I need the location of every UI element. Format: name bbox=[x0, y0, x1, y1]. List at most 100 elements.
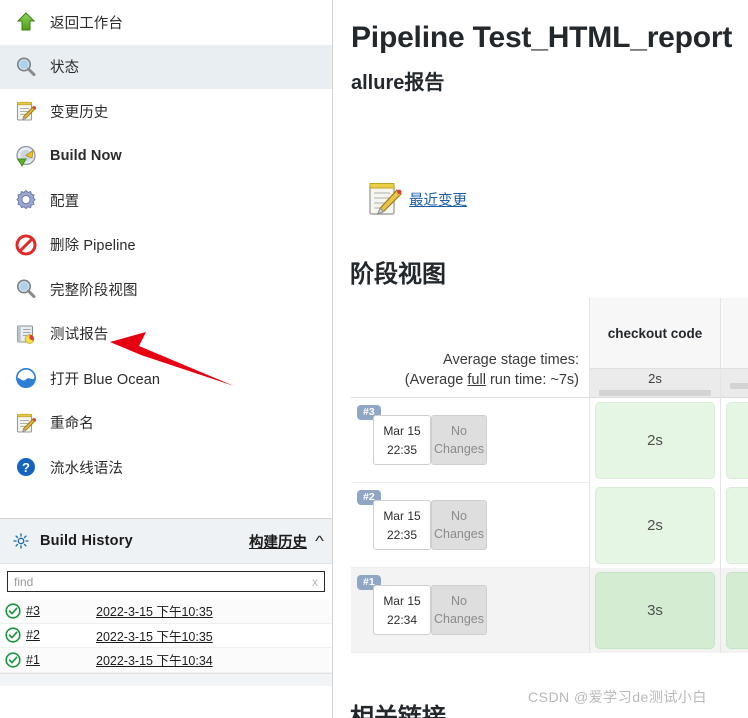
stage-cell-wrapper: 3s bbox=[590, 568, 720, 653]
stage-view-left-column: Average stage times: (Average full run t… bbox=[351, 298, 589, 653]
sidebar-item-label: 完整阶段视图 bbox=[50, 279, 138, 300]
run-changes-line1: No bbox=[451, 594, 467, 609]
svg-text:?: ? bbox=[22, 460, 30, 475]
stage-view-heading: 阶段视图 bbox=[350, 254, 446, 289]
build-history-panel: Build History 构建历史 ^ x bbox=[0, 518, 333, 686]
build-history-row[interactable]: #2 2022-3-15 下午10:35 bbox=[0, 624, 333, 649]
sidebar-item-change-history[interactable]: 变更历史 bbox=[0, 89, 332, 134]
stage-cell-wrapper bbox=[721, 398, 748, 483]
sidebar-item-delete-pipeline[interactable]: 删除 Pipeline bbox=[0, 223, 332, 268]
sidebar-item-label: 测试报告 bbox=[50, 323, 108, 344]
stage-column-checkout-code: checkout code 2s 2s 2s 3s bbox=[589, 298, 720, 653]
sidebar-item-pipeline-syntax[interactable]: ? 流水线语法 bbox=[0, 445, 332, 490]
build-number-link[interactable]: #2 bbox=[26, 628, 96, 642]
build-number-link[interactable]: #3 bbox=[26, 604, 96, 618]
stage-cell[interactable]: 2s bbox=[595, 487, 715, 564]
run-changes-line2: Changes bbox=[434, 442, 484, 457]
magnifier-icon bbox=[14, 55, 38, 79]
status-success-icon bbox=[5, 652, 21, 668]
clear-search-icon[interactable]: x bbox=[312, 575, 318, 589]
sidebar-item-label: 重命名 bbox=[50, 412, 94, 433]
sidebar-item-configure[interactable]: 配置 bbox=[0, 178, 332, 223]
build-history-title-cn[interactable]: 构建历史 bbox=[249, 531, 307, 552]
sidebar-item-label: Build Now bbox=[50, 148, 122, 164]
notepad-pencil-icon bbox=[14, 411, 38, 435]
watermark: CSDN @爱学习de测试小白 bbox=[528, 687, 707, 707]
help-icon: ? bbox=[14, 455, 38, 479]
sidebar-item-status[interactable]: 状态 bbox=[0, 45, 332, 90]
run-changes-box[interactable]: No Changes bbox=[431, 585, 487, 635]
run-time: 22:35 bbox=[387, 444, 417, 456]
stage-average-time: 2s bbox=[648, 372, 662, 386]
recent-changes-label: 最近变更 bbox=[409, 189, 467, 210]
full-link[interactable]: full bbox=[467, 372, 486, 388]
build-history-header-right: 构建历史 ^ bbox=[249, 531, 323, 552]
search-input[interactable] bbox=[14, 575, 308, 589]
status-success-icon bbox=[5, 603, 21, 619]
run-time: 22:35 bbox=[387, 529, 417, 541]
stage-view-run-row[interactable]: #1 Mar 15 22:34 No Changes bbox=[351, 568, 589, 653]
sidebar-item-label: 配置 bbox=[50, 190, 79, 211]
build-history-footer bbox=[0, 673, 333, 686]
avg-pre: (Average bbox=[405, 372, 468, 388]
stage-cell[interactable]: 2s bbox=[595, 402, 715, 479]
stage-cell-wrapper bbox=[721, 483, 748, 568]
sidebar-item-label: 删除 Pipeline bbox=[50, 234, 136, 255]
sidebar-item-back-to-dashboard[interactable]: 返回工作台 bbox=[0, 0, 332, 45]
build-history-find-wrapper: x bbox=[0, 564, 333, 599]
run-date-box[interactable]: Mar 15 22:35 bbox=[373, 415, 431, 465]
up-arrow-icon bbox=[14, 10, 38, 34]
jenkins-job-page: 返回工作台 状态 bbox=[0, 0, 748, 718]
build-history-find-box[interactable]: x bbox=[7, 571, 325, 592]
build-history-gear-icon[interactable] bbox=[12, 532, 30, 550]
run-date: Mar 15 bbox=[383, 595, 420, 607]
build-time-link[interactable]: 2022-3-15 下午10:34 bbox=[96, 650, 213, 669]
test-report-icon bbox=[14, 322, 38, 346]
stage-column-next bbox=[720, 298, 748, 653]
run-changes-box[interactable]: No Changes bbox=[431, 415, 487, 465]
stage-average-bar bbox=[730, 383, 748, 389]
build-time-link[interactable]: 2022-3-15 下午10:35 bbox=[96, 601, 213, 620]
stage-column-average bbox=[721, 368, 748, 398]
stage-cell[interactable] bbox=[726, 572, 748, 649]
recent-changes-link[interactable]: 最近变更 bbox=[364, 178, 467, 220]
sidebar-item-label: 状态 bbox=[50, 56, 79, 77]
stage-view-table: Average stage times: (Average full run t… bbox=[351, 298, 748, 653]
stage-cell[interactable] bbox=[726, 402, 748, 479]
sidebar-item-test-report[interactable]: 测试报告 bbox=[0, 312, 332, 357]
build-time-link[interactable]: 2022-3-15 下午10:35 bbox=[96, 626, 213, 645]
run-date: Mar 15 bbox=[383, 510, 420, 522]
sidebar-item-rename[interactable]: 重命名 bbox=[0, 401, 332, 446]
average-stage-times-label: Average stage times: bbox=[443, 350, 579, 370]
run-date-box[interactable]: Mar 15 22:34 bbox=[373, 585, 431, 635]
run-changes-line2: Changes bbox=[434, 527, 484, 542]
stage-cell-wrapper bbox=[721, 568, 748, 653]
gear-icon bbox=[14, 188, 38, 212]
run-date: Mar 15 bbox=[383, 425, 420, 437]
chevron-up-icon[interactable]: ^ bbox=[315, 534, 324, 549]
notepad-pencil-icon bbox=[14, 99, 38, 123]
run-changes-line2: Changes bbox=[434, 612, 484, 627]
build-history-list: #3 2022-3-15 下午10:35 #2 2022-3-15 下午10:3… bbox=[0, 599, 333, 673]
sidebar-item-full-stage-view[interactable]: 完整阶段视图 bbox=[0, 267, 332, 312]
sidebar-item-label: 返回工作台 bbox=[50, 12, 123, 33]
run-changes-box[interactable]: No Changes bbox=[431, 500, 487, 550]
sidebar-item-label: 变更历史 bbox=[50, 101, 108, 122]
stage-view-run-row[interactable]: #3 Mar 15 22:35 No Changes bbox=[351, 398, 589, 483]
avg-post: run time: ~7s) bbox=[486, 372, 579, 388]
build-history-row[interactable]: #1 2022-3-15 下午10:34 bbox=[0, 648, 333, 673]
sidebar-item-build-now[interactable]: Build Now bbox=[0, 134, 332, 179]
stage-column-name bbox=[721, 298, 748, 368]
stage-cell[interactable]: 3s bbox=[595, 572, 715, 649]
build-history-header[interactable]: Build History 构建历史 ^ bbox=[0, 519, 333, 564]
page-subtitle: allure报告 bbox=[351, 66, 444, 95]
stage-cell[interactable] bbox=[726, 487, 748, 564]
stage-view-run-row[interactable]: #2 Mar 15 22:35 No Changes bbox=[351, 483, 589, 568]
sidebar-item-open-blue-ocean[interactable]: 打开 Blue Ocean bbox=[0, 356, 332, 401]
build-history-title: Build History bbox=[40, 533, 133, 549]
build-history-row[interactable]: #3 2022-3-15 下午10:35 bbox=[0, 599, 333, 624]
build-number-link[interactable]: #1 bbox=[26, 653, 96, 667]
run-date-box[interactable]: Mar 15 22:35 bbox=[373, 500, 431, 550]
page-title: Pipeline Test_HTML_report bbox=[351, 21, 732, 55]
run-changes-line1: No bbox=[451, 424, 467, 439]
